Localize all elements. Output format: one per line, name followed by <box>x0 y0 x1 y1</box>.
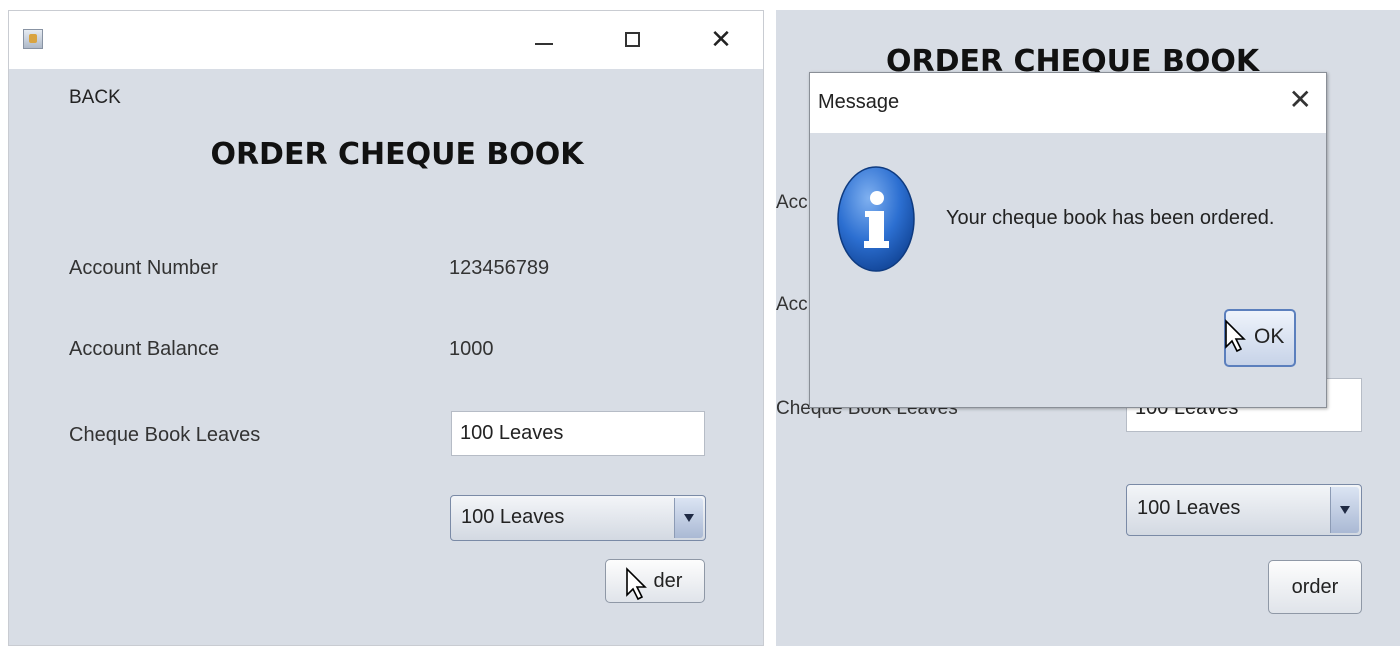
partial-account-label-2: Acc <box>776 294 808 315</box>
mouse-cursor-icon <box>626 567 647 601</box>
account-balance-value: 1000 <box>449 338 494 360</box>
leaves-dropdown-value: 100 Leaves <box>461 506 565 528</box>
dialog-titlebar: Message ✕ <box>810 73 1326 133</box>
info-icon <box>837 166 915 272</box>
order-button[interactable]: order <box>1268 560 1362 614</box>
java-app-icon <box>23 29 43 49</box>
order-button-label: order <box>1291 576 1339 598</box>
order-button[interactable]: der <box>605 559 705 603</box>
close-button[interactable]: ✕ <box>704 23 738 57</box>
mouse-cursor-icon <box>1225 319 1246 353</box>
order-cheque-window: ✕ BACK ORDER CHEQUE BOOK Account Number … <box>8 10 764 646</box>
back-button[interactable]: BACK <box>69 87 121 109</box>
leaves-dropdown-value: 100 Leaves <box>1137 497 1241 519</box>
order-button-label: der <box>653 570 683 592</box>
minimize-button[interactable] <box>527 23 561 57</box>
cheque-leaves-label: Cheque Book Leaves <box>69 424 261 446</box>
dialog-message: Your cheque book has been ordered. <box>946 207 1275 229</box>
dialog-title: Message <box>818 91 900 113</box>
maximize-button[interactable] <box>616 23 650 57</box>
message-dialog: Message ✕ Your cheque book has been orde… <box>809 72 1327 408</box>
leaves-dropdown[interactable]: 100 Leaves <box>1126 484 1362 536</box>
leaves-dropdown[interactable]: 100 Leaves <box>450 495 706 541</box>
window-titlebar: ✕ <box>9 11 763 69</box>
dialog-close-button[interactable]: ✕ <box>1289 83 1312 116</box>
partial-account-label-1: Acc <box>776 192 808 213</box>
chevron-down-icon[interactable] <box>1330 487 1359 533</box>
page-title: ORDER CHEQUE BOOK <box>210 137 584 172</box>
account-number-label: Account Number <box>69 257 218 279</box>
chevron-down-icon[interactable] <box>674 498 703 538</box>
confirmation-screen: ORDER CHEQUE BOOK Acc Acc Cheque Book Le… <box>776 10 1400 646</box>
ok-button-label: OK <box>1254 325 1285 348</box>
account-balance-label: Account Balance <box>69 338 220 360</box>
cheque-leaves-field[interactable]: 100 Leaves <box>451 411 705 456</box>
account-number-value: 123456789 <box>449 257 550 279</box>
